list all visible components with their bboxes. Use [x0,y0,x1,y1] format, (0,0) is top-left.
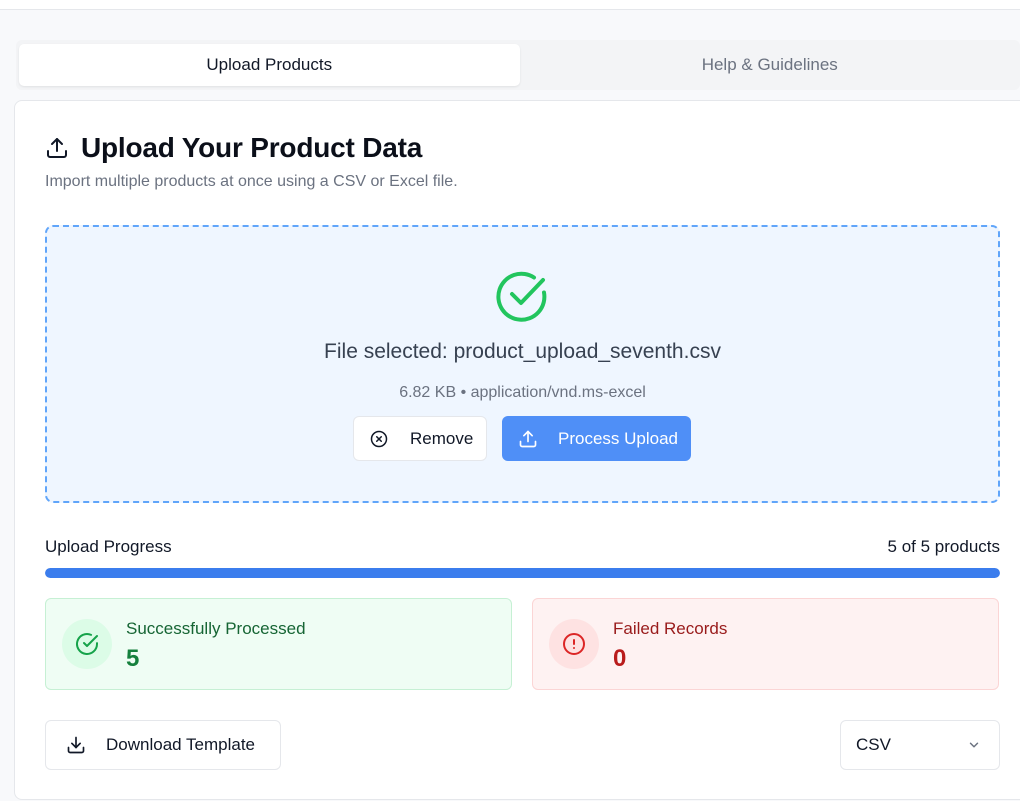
failed-stat-label: Failed Records [613,619,728,638]
page-subtitle: Import multiple products at once using a… [45,173,458,190]
failed-stat-value: 0 [613,645,627,672]
page-title: Upload Your Product Data [81,132,423,163]
check-circle-icon [494,268,550,324]
remove-button[interactable]: Remove [353,416,487,461]
format-select[interactable]: CSV [840,720,1000,770]
process-upload-button[interactable]: Process Upload [502,416,691,461]
success-stat-card: Successfully Processed 5 [45,598,512,690]
check-circle-icon [62,619,112,669]
format-select-value: CSV [856,735,891,754]
top-bar [0,0,1020,10]
process-upload-label: Process Upload [558,428,679,448]
tab-list: Upload Products Help & Guidelines [16,40,1020,90]
progress-bar-fill [45,568,1000,578]
success-stat-label: Successfully Processed [126,619,306,638]
alert-circle-icon [549,619,599,669]
file-dropzone[interactable] [45,225,1000,503]
file-selected-text: File selected: product_upload_seventh.cs… [324,340,721,363]
progress-label: Upload Progress [45,537,172,556]
progress-bar [45,568,1000,578]
chevron-down-icon [967,738,981,752]
remove-button-label: Remove [410,428,474,448]
download-template-label: Download Template [106,735,255,754]
download-template-button[interactable]: Download Template [45,720,281,770]
close-circle-icon [370,430,388,448]
progress-count: 5 of 5 products [887,537,1000,556]
upload-icon [45,136,69,160]
failed-stat-card: Failed Records 0 [532,598,999,690]
upload-icon [518,429,538,449]
download-icon [66,735,86,755]
success-stat-value: 5 [126,645,140,672]
page-header: Upload Your Product Data [45,130,422,166]
file-meta-text: 6.82 KB • application/vnd.ms-excel [399,384,646,401]
tab-upload-products[interactable]: Upload Products [19,44,520,86]
tab-help-guidelines[interactable]: Help & Guidelines [520,44,1020,86]
